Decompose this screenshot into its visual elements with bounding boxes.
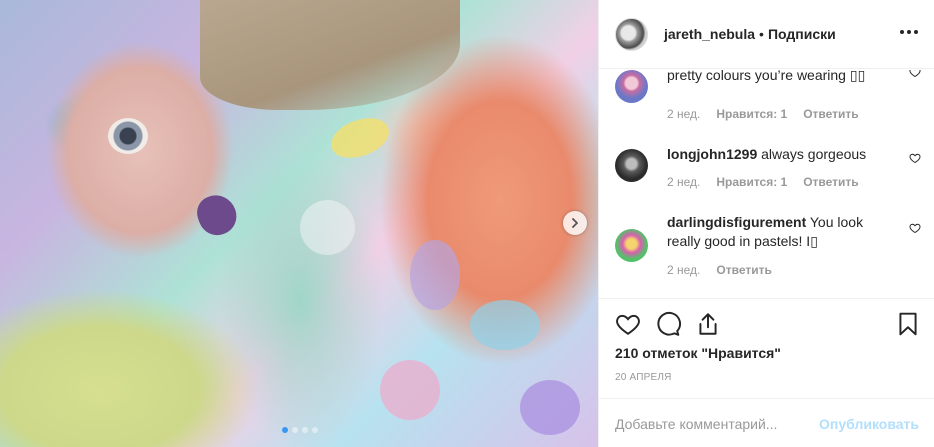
comment-age: 2 нед. [667, 175, 701, 189]
comment-icon[interactable] [655, 311, 681, 337]
comment-meta: 2 нед. Нравится: 1 Ответить [667, 107, 859, 121]
comment-item: darlingdisfigurement You look really goo… [615, 214, 921, 297]
comment-meta: 2 нед. Нравится: 1 Ответить [667, 175, 859, 189]
post-date[interactable]: 20 АПРЕЛЯ [615, 372, 672, 383]
header-separator: • [759, 26, 764, 42]
commenter-avatar[interactable] [615, 149, 648, 182]
comment-text-block: darlingdisfigurement You look really goo… [667, 213, 897, 251]
comment-item: pretty colours you’re wearing ▯▯ 2 нед. … [615, 70, 921, 122]
bookmark-icon[interactable] [895, 311, 921, 337]
comment-text: pretty colours you’re wearing ▯▯ [667, 70, 866, 83]
likes-count[interactable]: 210 отметок "Нравится" [615, 345, 781, 361]
comment-age: 2 нед. [667, 107, 701, 121]
heart-icon[interactable] [615, 311, 641, 337]
comment-text-block: longjohn1299 always gorgeous [667, 145, 897, 164]
comment-text-block: pretty colours you’re wearing ▯▯ [667, 70, 897, 85]
carousel-indicator [282, 427, 318, 433]
photo-shape [520, 380, 580, 435]
post-details-panel: jareth_nebula • Подписки pretty colours … [598, 0, 934, 447]
comment-item: longjohn1299 always gorgeous 2 нед. Нрав… [615, 146, 921, 199]
comment-like-icon[interactable] [909, 70, 921, 78]
carousel-dot-active [282, 427, 288, 433]
author-avatar[interactable] [615, 17, 648, 51]
add-comment-bar: Опубликовать [599, 398, 934, 447]
author-username[interactable]: jareth_nebula [664, 26, 755, 42]
follow-status-button[interactable]: Подписки [768, 26, 836, 42]
photo-shape [325, 110, 395, 166]
commenter-avatar[interactable] [615, 70, 648, 103]
comments-list[interactable]: pretty colours you’re wearing ▯▯ 2 нед. … [599, 70, 934, 298]
carousel-next-button[interactable] [563, 211, 587, 235]
comment-likes-count[interactable]: Нравится: 1 [716, 175, 787, 189]
photo-lips [192, 189, 242, 241]
share-icon[interactable] [695, 311, 721, 337]
photo-shape [300, 200, 355, 255]
post-header: jareth_nebula • Подписки [599, 0, 934, 69]
post-photo[interactable] [0, 0, 598, 447]
post-comment-button[interactable]: Опубликовать [819, 416, 919, 432]
carousel-dot [292, 427, 298, 433]
photo-background-wall [200, 0, 460, 110]
comment-likes-count[interactable]: Нравится: 1 [716, 107, 787, 121]
commenter-username[interactable]: longjohn1299 [667, 146, 757, 162]
commenter-avatar[interactable] [615, 229, 648, 262]
comment-meta: 2 нед. Ответить [667, 263, 772, 277]
photo-shape [380, 360, 440, 420]
photo-eye [108, 118, 148, 154]
photo-shape [470, 300, 540, 350]
chevron-right-icon [572, 218, 578, 228]
comment-text: always gorgeous [761, 146, 867, 162]
carousel-dot [302, 427, 308, 433]
comment-reply-button[interactable]: Ответить [716, 263, 771, 277]
carousel-dot [312, 427, 318, 433]
photo-shape [410, 240, 460, 310]
more-icon[interactable] [900, 30, 918, 34]
comment-reply-button[interactable]: Ответить [803, 107, 858, 121]
comment-like-icon[interactable] [909, 152, 921, 164]
comment-reply-button[interactable]: Ответить [803, 175, 858, 189]
comment-input[interactable] [615, 415, 820, 432]
post-actions: 210 отметок "Нравится" 20 АПРЕЛЯ Опублик… [599, 298, 934, 447]
comment-like-icon[interactable] [909, 222, 921, 234]
comment-age: 2 нед. [667, 263, 701, 277]
commenter-username[interactable]: darlingdisfigurement [667, 214, 806, 230]
